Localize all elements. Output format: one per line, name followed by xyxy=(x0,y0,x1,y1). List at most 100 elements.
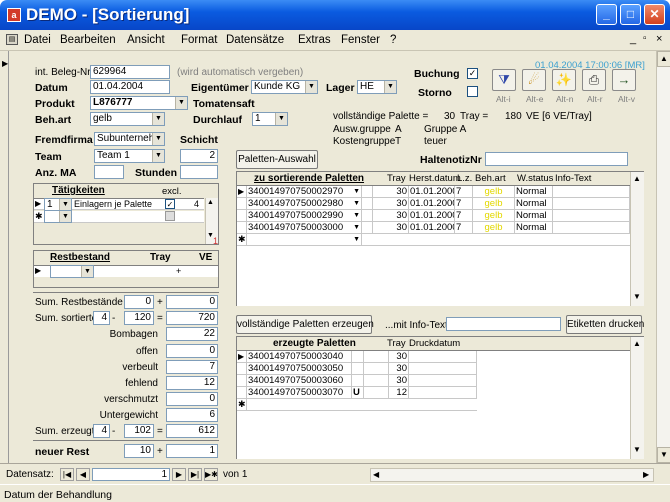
scroll-down-icon[interactable]: ▼ xyxy=(657,447,670,463)
record-selector[interactable]: ▶ xyxy=(0,51,9,463)
title-bar[interactable]: a DEMO - [Sortierung] _ □ ✕ xyxy=(0,0,670,30)
new-table-row[interactable]: ✱ xyxy=(237,399,477,411)
new-table-row[interactable]: ✱ ▼ xyxy=(237,234,630,246)
erzeugt-id[interactable]: 340014970750003060 xyxy=(247,375,352,387)
table-row[interactable]: ▶ 340014970750003040 30 xyxy=(237,351,477,363)
row-selector[interactable] xyxy=(237,198,247,210)
menu-extras[interactable]: Extras xyxy=(298,34,331,46)
palette-tray[interactable]: 30 xyxy=(373,186,409,198)
new-excl-checkbox[interactable] xyxy=(165,211,175,221)
beleg-field[interactable]: 629964 xyxy=(90,65,170,79)
chevron-down-icon[interactable]: ▼ xyxy=(353,234,360,245)
erzeugt-tray[interactable]: 12 xyxy=(389,387,409,399)
menu-datei[interactable]: Datei xyxy=(24,34,51,46)
palette-behart[interactable]: gelb xyxy=(473,210,515,222)
palette-info[interactable] xyxy=(553,222,630,234)
chevron-down-icon[interactable]: ▼ xyxy=(175,97,187,109)
palette-lz[interactable]: 7 xyxy=(455,210,473,222)
chevron-down-icon[interactable]: ▼ xyxy=(353,186,360,197)
scroll-up-icon[interactable]: ▲ xyxy=(633,174,641,183)
taetigkeit-new-combo[interactable]: ▼ xyxy=(44,210,72,223)
first-record-icon[interactable]: |◀ xyxy=(60,468,74,481)
restbestand-combo[interactable]: ▼ xyxy=(50,265,94,278)
exit-door-icon[interactable]: → xyxy=(612,69,636,91)
mod-value-offen[interactable]: 0 xyxy=(166,344,218,358)
durchlauf-combo[interactable]: 1 ▼ xyxy=(252,112,288,126)
scroll-down-icon[interactable]: ▼ xyxy=(633,445,641,454)
produkt-combo[interactable]: L876777 ▼ xyxy=(90,96,188,110)
form-icon[interactable]: ▤ xyxy=(6,34,18,45)
chevron-down-icon[interactable]: ▼ xyxy=(81,266,93,277)
palette-id-new[interactable]: ▼ xyxy=(247,234,362,246)
scroll-up-icon[interactable]: ▲ xyxy=(633,339,641,348)
palette-tray[interactable]: 30 xyxy=(373,222,409,234)
palette-tray[interactable]: 30 xyxy=(373,198,409,210)
mod-value-fehlend[interactable]: 12 xyxy=(166,376,218,390)
row-selector[interactable] xyxy=(237,210,247,222)
paletten-scrollbar[interactable]: ▲ ▼ xyxy=(630,172,644,306)
taetigkeit-row[interactable]: ▶ 1 ▼ Einlagern je Palette ✓ 4 xyxy=(34,198,204,211)
palette-date[interactable]: 01.01.2000 xyxy=(409,186,455,198)
etiketten-drucken-button[interactable]: Etiketten drucken xyxy=(566,315,644,334)
paletten-auswahl-button[interactable]: Paletten-Auswahl xyxy=(236,150,318,169)
menu-bearbeiten[interactable]: Bearbeiten xyxy=(60,34,116,46)
menu-ansicht[interactable]: Ansicht xyxy=(127,34,165,46)
table-row[interactable]: 340014970750002980 ▼ 30 01.01.2000 7 gelb… xyxy=(237,198,630,210)
chevron-down-icon[interactable]: ▼ xyxy=(59,211,71,222)
menu-datensaetze[interactable]: Datensätze xyxy=(226,34,284,46)
palette-info[interactable] xyxy=(553,186,630,198)
row-selector[interactable] xyxy=(237,375,247,387)
palette-id[interactable]: 340014970750002990 ▼ xyxy=(247,210,362,222)
doc-close-icon[interactable]: × xyxy=(656,33,662,45)
chevron-down-icon[interactable]: ▼ xyxy=(353,222,360,233)
next-record-icon[interactable]: ▶ xyxy=(172,468,186,481)
erzeugte-scrollbar[interactable]: ▲ ▼ xyxy=(630,337,644,459)
erzeugt-id[interactable]: 340014970750003040 xyxy=(247,351,352,363)
erzeugt-flag[interactable] xyxy=(352,375,364,387)
last-record-icon[interactable]: ▶| xyxy=(188,468,202,481)
scroll-up-icon[interactable]: ▲ xyxy=(657,51,670,67)
erzeugt-druckdatum[interactable] xyxy=(409,363,477,375)
palette-info[interactable] xyxy=(553,210,630,222)
mod-value-bombagen[interactable]: 22 xyxy=(166,327,218,341)
scroll-down-icon[interactable]: ▼ xyxy=(633,292,641,301)
chevron-down-icon[interactable]: ▼ xyxy=(353,198,360,209)
erzeugt-druckdatum[interactable] xyxy=(409,375,477,387)
restbestand-row[interactable]: ▶ ▼ + xyxy=(34,265,218,278)
mod-value-verbeult[interactable]: 7 xyxy=(166,360,218,374)
record-number-field[interactable]: 1 xyxy=(92,468,170,481)
anzma-field[interactable] xyxy=(94,165,124,179)
wand-icon[interactable]: ☄ xyxy=(522,69,546,91)
palette-lz[interactable]: 7 xyxy=(455,198,473,210)
storno-checkbox[interactable] xyxy=(467,86,478,97)
scroll-right-icon[interactable]: ▶ xyxy=(643,470,649,479)
minimize-button[interactable]: _ xyxy=(596,4,617,25)
table-row[interactable]: 340014970750002990 ▼ 30 01.01.2000 7 gelb… xyxy=(237,210,630,222)
palette-behart[interactable]: gelb xyxy=(473,186,515,198)
table-row[interactable]: 340014970750003070 U 12 xyxy=(237,387,477,399)
palette-id[interactable]: 340014970750002970 ▼ xyxy=(247,186,362,198)
palette-status[interactable]: Normal xyxy=(515,222,553,234)
datum-field[interactable]: 01.04.2004 xyxy=(90,80,170,94)
mod-value-untergewicht[interactable]: 6 xyxy=(166,408,218,422)
menu-help[interactable]: ? xyxy=(390,34,396,46)
table-row[interactable]: 340014970750003060 30 xyxy=(237,375,477,387)
vollst-paletten-erzeugen-button[interactable]: vollständige Paletten erzeugen xyxy=(236,315,374,334)
doc-minimize-icon[interactable]: _ xyxy=(630,33,636,45)
erzeugt-flag[interactable]: U xyxy=(352,387,364,399)
palette-behart[interactable]: gelb xyxy=(473,198,515,210)
palette-behart[interactable]: gelb xyxy=(473,222,515,234)
team-combo[interactable]: Team 1 ▼ xyxy=(94,149,165,163)
palette-date[interactable]: 01.01.2000 xyxy=(409,198,455,210)
chevron-down-icon[interactable]: ▼ xyxy=(384,81,396,93)
horizontal-scrollbar[interactable]: ◀ ▶ xyxy=(370,468,654,482)
erzeugt-flag[interactable] xyxy=(352,363,364,375)
fremdfirma-combo[interactable]: Subunternehm ▼ xyxy=(94,132,165,146)
form-scrollbar[interactable]: ▲ ▼ xyxy=(656,51,670,463)
doc-restore-icon[interactable]: ▫ xyxy=(643,33,647,44)
palette-status[interactable]: Normal xyxy=(515,210,553,222)
palette-status[interactable]: Normal xyxy=(515,186,553,198)
close-button[interactable]: ✕ xyxy=(644,4,665,25)
menu-format[interactable]: Format xyxy=(181,34,217,46)
row-selector[interactable] xyxy=(237,387,247,399)
